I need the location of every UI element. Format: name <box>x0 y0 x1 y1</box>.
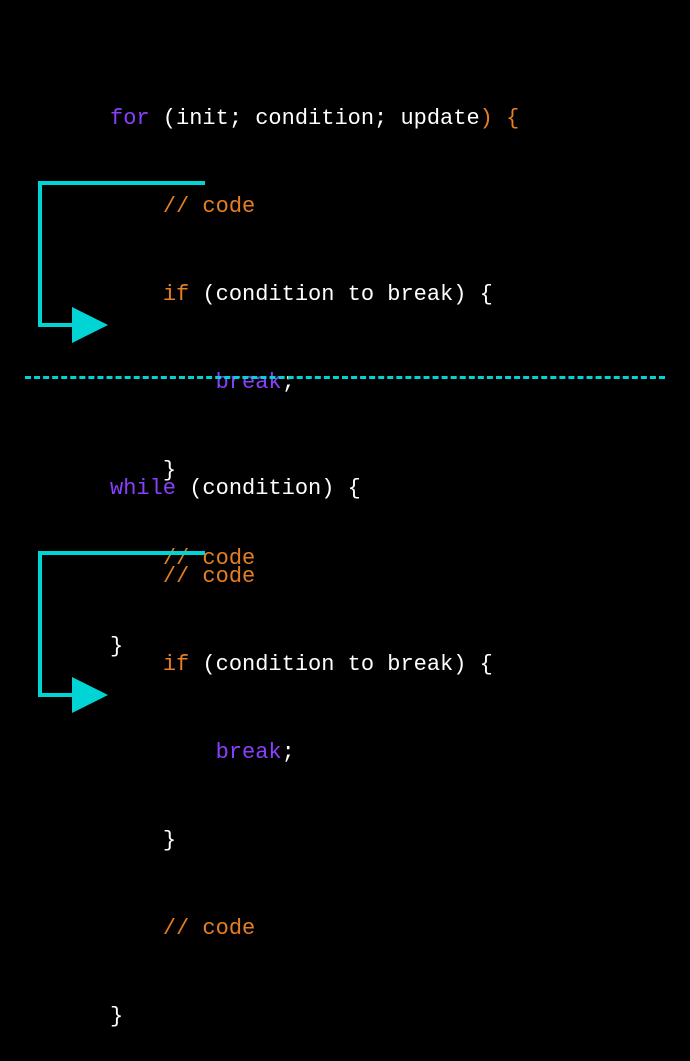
for-line-4: break; <box>110 364 519 402</box>
for-init-text: (init; condition; update <box>150 106 480 131</box>
for-keyword: for <box>110 106 150 131</box>
for-close-paren: ) { <box>480 106 520 131</box>
for-if-cond: (condition to break) { <box>189 282 493 307</box>
while-loop-block: while (condition) { // code if (conditio… <box>110 420 493 1061</box>
while-line-5: } <box>110 822 493 860</box>
while-line-6: // code <box>110 910 493 948</box>
while-cond: (condition) { <box>176 476 361 501</box>
while-line-2: // code <box>110 558 493 596</box>
for-if-keyword: if <box>163 282 189 307</box>
while-comment-2: // code <box>163 916 255 941</box>
while-line-1: while (condition) { <box>110 470 493 508</box>
while-if-keyword: if <box>163 652 189 677</box>
while-outer-close: } <box>110 1004 123 1029</box>
while-keyword: while <box>110 476 176 501</box>
for-line-1: for (init; condition; update) { <box>110 100 519 138</box>
while-line-7: } <box>110 998 493 1036</box>
while-line-3: if (condition to break) { <box>110 646 493 684</box>
for-line-2: // code <box>110 188 519 226</box>
while-line-4: break; <box>110 734 493 772</box>
while-if-cond: (condition to break) { <box>189 652 493 677</box>
for-line-3: if (condition to break) { <box>110 276 519 314</box>
while-break-keyword: break <box>216 740 282 765</box>
section-divider <box>25 376 665 379</box>
for-comment-1: // code <box>163 194 255 219</box>
for-break-semi: ; <box>282 370 295 395</box>
for-break-keyword: break <box>216 370 282 395</box>
while-break-semi: ; <box>282 740 295 765</box>
while-inner-close: } <box>163 828 176 853</box>
while-comment-1: // code <box>163 564 255 589</box>
